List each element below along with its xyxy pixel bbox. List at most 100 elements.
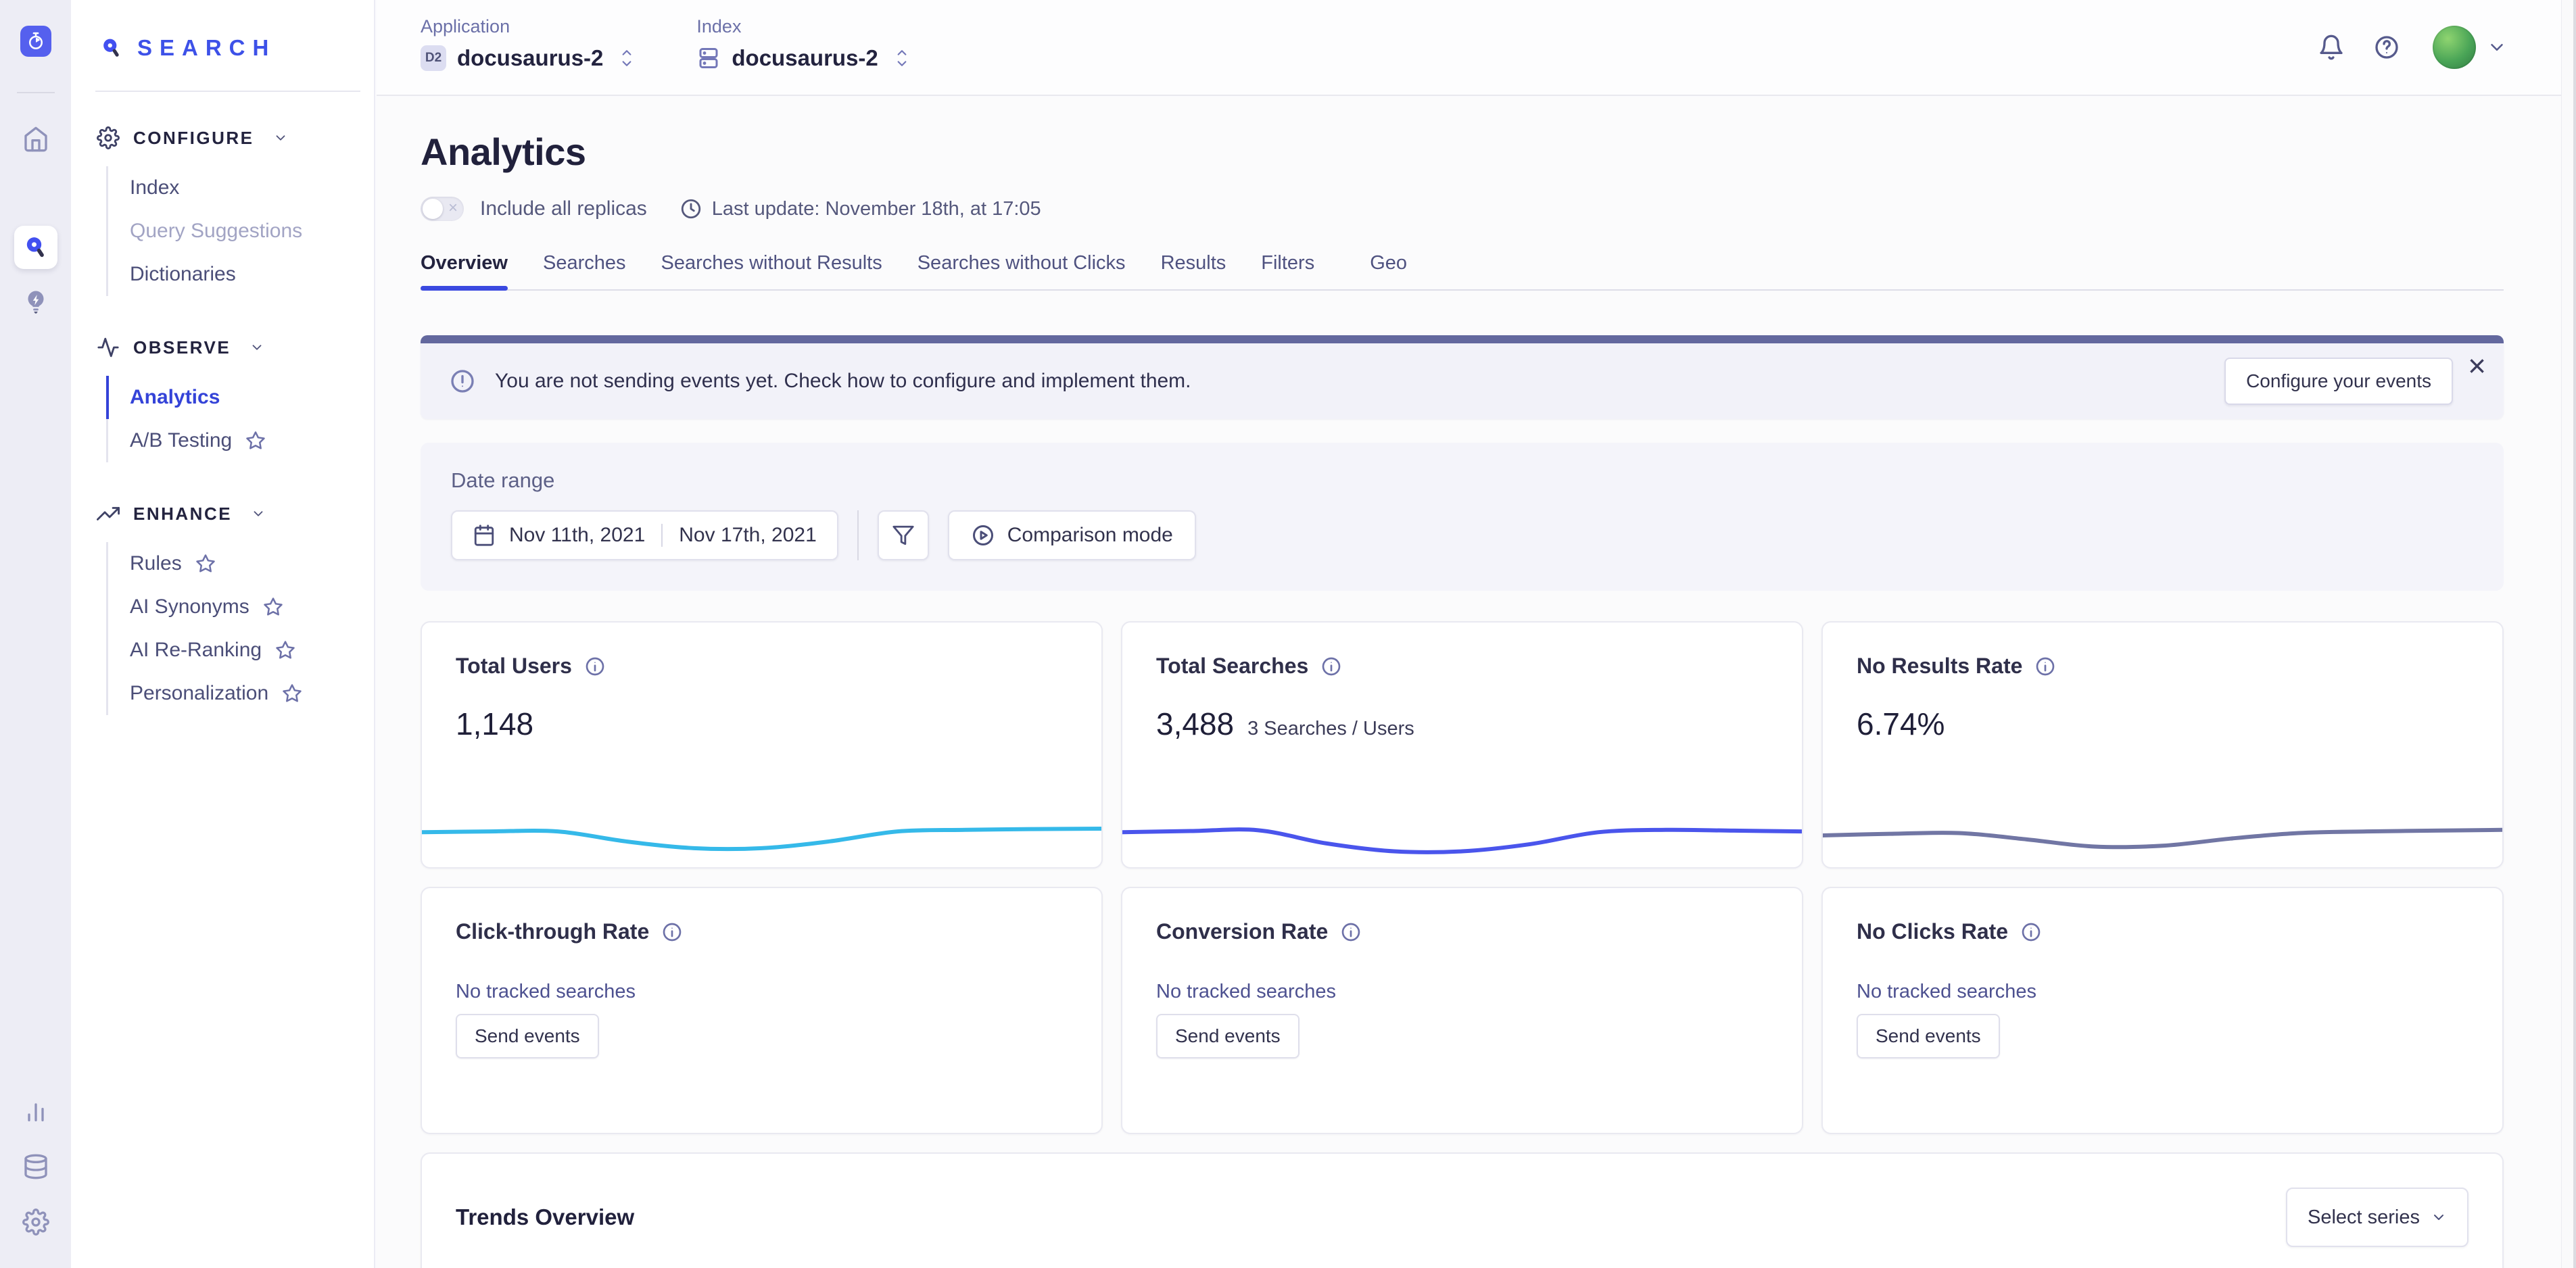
chevron-down-icon [251,506,266,521]
send-events-button[interactable]: Send events [1156,1014,1299,1058]
star-icon[interactable] [195,554,216,574]
index-stack-icon [696,46,721,70]
help-icon[interactable] [2373,34,2400,61]
sidebar-item-analytics[interactable]: Analytics [108,376,374,419]
sidebar-item-label: Rules [130,552,182,575]
application-select[interactable]: D2 docusaurus-2 [421,45,636,71]
sidebar-item-label: Dictionaries [130,263,236,286]
avatar[interactable] [2433,26,2476,69]
tab-searches-without-clicks[interactable]: Searches without Clicks [917,252,1126,289]
card-title: No Results Rate [1857,654,2022,679]
trends-overview-card: Trends Overview Select series [421,1152,2504,1268]
card-total-searches: Total Searches 3,488 3 Searches / Users [1121,621,1803,869]
include-replicas-label: Include all replicas [480,197,647,220]
events-banner: You are not sending events yet. Check ho… [421,335,2504,419]
section-header-configure[interactable]: CONFIGURE [71,119,374,157]
search-logo-icon [99,36,124,60]
date-range-label: Date range [451,468,2473,493]
home-icon[interactable] [22,126,49,153]
date-range-picker[interactable]: Nov 11th, 2021 Nov 17th, 2021 [451,510,838,560]
configure-events-button[interactable]: Configure your events [2224,358,2453,405]
select-series-label: Select series [2308,1206,2420,1229]
nav-section-enhance: ENHANCE Rules AI Synonyms AI Re-Ranking … [71,495,374,715]
sidebar-item-ai-re-ranking[interactable]: AI Re-Ranking [108,629,374,672]
comparison-mode-button[interactable]: Comparison mode [948,510,1196,560]
search-product-button[interactable] [14,226,57,269]
sidebar-item-query-suggestions[interactable]: Query Suggestions [108,210,374,253]
include-replicas-toggle[interactable]: × [421,197,464,221]
section-header-enhance[interactable]: ENHANCE [71,495,374,533]
info-icon[interactable] [2020,921,2042,943]
trending-up-icon [97,502,120,525]
search-product-icon [22,234,49,261]
send-events-button[interactable]: Send events [1857,1014,2000,1058]
tab-searches[interactable]: Searches [543,252,626,289]
info-icon[interactable] [1320,656,1342,677]
chevron-down-icon[interactable] [2487,37,2507,57]
card-title: No Clicks Rate [1857,919,2008,944]
banner-message: You are not sending events yet. Check ho… [495,370,1191,393]
star-icon[interactable] [282,683,302,704]
top-bar-actions [2318,26,2507,69]
sidebar-item-rules[interactable]: Rules [108,542,374,585]
info-icon[interactable] [584,656,606,677]
info-icon[interactable] [2034,656,2056,677]
tab-results[interactable]: Results [1161,252,1226,289]
star-icon[interactable] [263,597,283,617]
lightbulb-icon[interactable] [22,288,50,316]
filter-button[interactable] [878,510,929,560]
index-select[interactable]: docusaurus-2 [696,45,910,71]
date-range-controls: Nov 11th, 2021 Nov 17th, 2021 Comparison… [451,510,2473,560]
nav-section-configure: CONFIGURE Index Query Suggestions Dictio… [71,119,374,296]
star-icon[interactable] [275,640,295,660]
comparison-mode-label: Comparison mode [1007,524,1173,547]
sidebar-item-ab-testing[interactable]: A/B Testing [108,419,374,462]
alert-circle-icon [449,368,476,395]
calendar-icon [473,524,496,547]
timer-icon [26,31,46,51]
scrollbar[interactable] [2561,0,2576,1268]
index-selector: Index docusaurus-2 [696,0,910,95]
controls-divider [857,510,859,560]
trends-title: Trends Overview [456,1204,634,1230]
top-bar: Application D2 docusaurus-2 Index docusa… [377,0,2561,96]
sidebar-item-label: Analytics [130,386,220,409]
sidebar-item-personalization[interactable]: Personalization [108,672,374,715]
tab-geo[interactable]: Geo [1370,252,1407,289]
main-content: Analytics × Include all replicas Last up… [377,97,2561,1268]
sidebar-item-ai-synonyms[interactable]: AI Synonyms [108,585,374,629]
chevron-down-icon [2431,1209,2447,1225]
bell-icon[interactable] [2318,34,2345,61]
send-events-button[interactable]: Send events [456,1014,599,1058]
bar-chart-icon[interactable] [22,1098,49,1125]
index-value: docusaurus-2 [732,45,878,71]
select-series-button[interactable]: Select series [2286,1188,2468,1247]
star-icon[interactable] [245,431,266,451]
gear-icon[interactable] [22,1209,49,1236]
empty-state-text: No tracked searches [1156,981,1768,1003]
close-icon[interactable]: × [2468,350,2486,381]
metric-cards-row-1: Total Users 1,148 Total Searches [421,621,2504,869]
date-start: Nov 11th, 2021 [509,524,645,547]
clock-icon [679,197,702,220]
trial-timer-button[interactable] [20,26,51,57]
up-down-carets-icon [893,48,911,68]
index-label: Index [696,16,910,37]
info-icon[interactable] [1340,921,1362,943]
sidebar-item-dictionaries[interactable]: Dictionaries [108,253,374,296]
application-label: Application [421,16,636,37]
tab-overview[interactable]: Overview [421,252,508,289]
card-title: Total Searches [1156,654,1308,679]
empty-state-text: No tracked searches [456,981,1068,1003]
sidebar-item-label: AI Synonyms [130,595,249,618]
tab-filters[interactable]: Filters [1261,252,1314,289]
icon-rail [0,0,71,1268]
nav-section-observe: OBSERVE Analytics A/B Testing [71,328,374,462]
info-icon[interactable] [661,921,683,943]
card-value: 3,488 [1156,706,1234,742]
sidebar-item-index[interactable]: Index [108,166,374,210]
page-meta-row: × Include all replicas Last update: Nove… [421,197,2504,221]
section-header-observe[interactable]: OBSERVE [71,328,374,366]
database-icon[interactable] [22,1153,49,1180]
tab-searches-without-results[interactable]: Searches without Results [661,252,882,289]
